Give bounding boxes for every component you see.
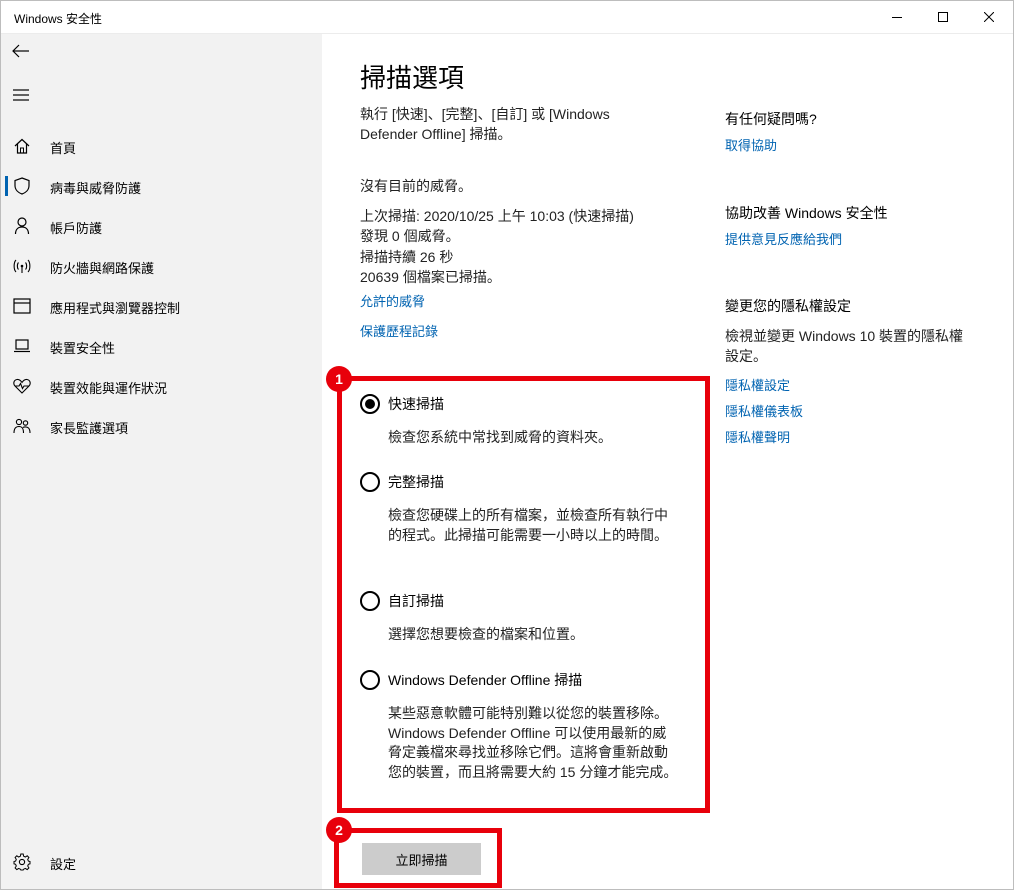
sidebar-item-family-options[interactable]: 家長監護選項 <box>0 408 322 444</box>
page-title: 掃描選項 <box>360 63 465 93</box>
improve-heading: 協助改善 Windows 安全性 <box>725 205 888 221</box>
sidebar-item-label: 帳戶防護 <box>50 221 103 236</box>
sidebar-item-device-health[interactable]: 裝置效能與運作狀況 <box>0 368 322 404</box>
menu-button[interactable] <box>8 84 34 110</box>
sidebar-item-label: 首頁 <box>50 141 77 156</box>
sidebar-item-label: 防火牆與網路保護 <box>50 261 155 276</box>
sidebar-item-label: 設定 <box>50 857 77 872</box>
scan-status: 沒有目前的威脅。 上次掃描: 2020/10/25 上午 10:03 (快速掃描… <box>360 176 690 288</box>
get-help-link[interactable]: 取得協助 <box>725 135 777 154</box>
status-line: 沒有目前的威脅。 <box>360 178 472 194</box>
window-title: Windows 安全性 <box>14 12 103 26</box>
shield-icon <box>13 177 31 195</box>
maximize-button[interactable] <box>920 0 966 34</box>
allowed-threats-link[interactable]: 允許的威脅 <box>360 291 425 310</box>
sidebar-item-virus-protection[interactable]: 病毒與威脅防護 <box>0 168 322 204</box>
sidebar-item-device-security[interactable]: 裝置安全性 <box>0 328 322 364</box>
protection-history-link[interactable]: 保護歷程記錄 <box>360 321 438 340</box>
gear-icon <box>13 853 31 871</box>
person-icon <box>13 217 31 235</box>
minimize-icon <box>892 12 902 22</box>
status-line: 20639 個檔案已掃描。 <box>360 269 501 285</box>
sidebar-item-label: 家長監護選項 <box>50 421 129 436</box>
privacy-heading: 變更您的隱私權設定 <box>725 298 851 314</box>
laptop-icon <box>13 337 31 355</box>
annotation-badge-2: 2 <box>326 817 352 843</box>
selection-indicator <box>5 176 8 196</box>
heart-pulse-icon <box>13 377 31 395</box>
intro-text: 執行 [快速]、[完整]、[自訂] 或 [Windows Defender Of… <box>360 106 610 142</box>
sidebar-item-account-protection[interactable]: 帳戶防護 <box>0 208 322 244</box>
status-line: 上次掃描: 2020/10/25 上午 10:03 (快速掃描) <box>360 207 634 224</box>
back-arrow-icon <box>12 44 30 63</box>
title-bar: Windows 安全性 <box>0 0 1014 34</box>
back-button[interactable] <box>8 40 34 66</box>
privacy-text: 檢視並變更 Windows 10 裝置的隱私權設定。 <box>725 328 964 364</box>
home-icon <box>13 137 31 155</box>
help-heading: 有任何疑問嗎? <box>725 111 817 127</box>
hamburger-icon <box>13 88 29 106</box>
sidebar: 首頁 病毒與威脅防護 帳戶防護 防火牆與網路保護 應用程式與瀏覽器控制 裝置安全… <box>0 34 322 890</box>
family-icon <box>13 417 31 435</box>
privacy-dashboard-link[interactable]: 隱私權儀表板 <box>725 401 803 420</box>
sidebar-item-app-browser-control[interactable]: 應用程式與瀏覽器控制 <box>0 288 322 324</box>
annotation-badge-1: 1 <box>326 366 352 392</box>
status-line: 發現 0 個威脅。 <box>360 228 460 244</box>
annotation-box-scan-options <box>337 376 710 813</box>
sidebar-item-home[interactable]: 首頁 <box>0 128 322 164</box>
sidebar-item-label: 病毒與威脅防護 <box>50 181 142 196</box>
sidebar-item-label: 裝置效能與運作狀況 <box>50 381 168 396</box>
sidebar-item-label: 裝置安全性 <box>50 341 116 356</box>
wifi-icon <box>13 257 31 275</box>
privacy-statement-link[interactable]: 隱私權聲明 <box>725 427 790 446</box>
maximize-icon <box>938 12 948 22</box>
privacy-settings-link[interactable]: 隱私權設定 <box>725 375 790 394</box>
feedback-link[interactable]: 提供意見反應給我們 <box>725 229 842 248</box>
annotation-box-scan-button <box>334 828 502 888</box>
minimize-button[interactable] <box>874 0 920 34</box>
app-window-icon <box>13 297 31 315</box>
sidebar-item-settings[interactable]: 設定 <box>0 844 322 880</box>
close-button[interactable] <box>966 0 1012 34</box>
sidebar-item-firewall[interactable]: 防火牆與網路保護 <box>0 248 322 284</box>
status-line: 掃描持續 26 秒 <box>360 248 454 265</box>
close-icon <box>984 12 994 22</box>
sidebar-item-label: 應用程式與瀏覽器控制 <box>50 301 181 316</box>
